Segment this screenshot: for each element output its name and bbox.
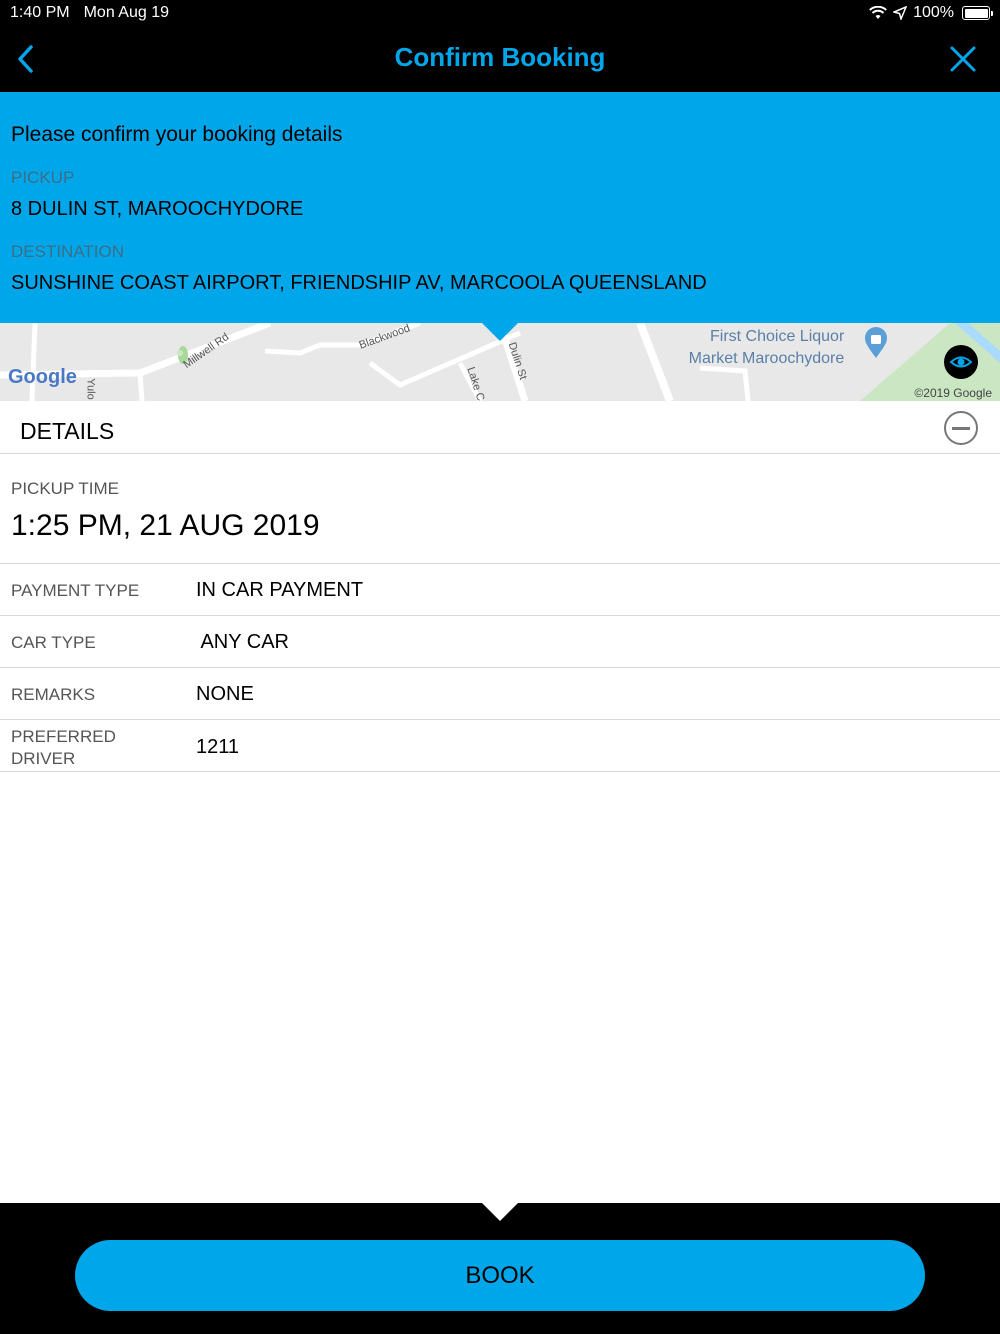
pickup-time-label: PICKUP TIME [11, 479, 120, 498]
bottom-pointer [482, 1203, 518, 1221]
page-title: Confirm Booking [394, 42, 606, 72]
detail-row-payment-type: PAYMENT TYPE IN CAR PAYMENT [0, 564, 1000, 616]
navigation-bar: Confirm Booking [0, 26, 1000, 92]
confirm-heading: Please confirm your booking details [11, 123, 343, 146]
panel-pointer [482, 323, 518, 341]
map-view-toggle[interactable] [944, 345, 978, 379]
details-title: DETAILS [20, 418, 115, 444]
detail-row-car-type: CAR TYPE ANY CAR [0, 616, 1000, 668]
row-value: NONE [196, 683, 254, 705]
destination-label: DESTINATION [11, 242, 125, 261]
row-label: CAR TYPE [11, 633, 96, 652]
eye-icon [949, 356, 973, 368]
pickup-time-block: PICKUP TIME 1:25 PM, 21 AUG 2019 [0, 454, 1000, 564]
details-section-header: DETAILS [0, 401, 1000, 454]
map-poi-line: First Choice Liquor [710, 328, 845, 345]
collapse-details-button[interactable] [944, 411, 978, 445]
row-label: PAYMENT TYPE [11, 581, 140, 600]
wifi-icon [869, 6, 887, 19]
pickup-address: 8 DULIN ST, MAROOCHYDORE [11, 198, 304, 220]
location-arrow-icon [893, 6, 908, 20]
status-date: Mon Aug 19 [83, 4, 169, 21]
row-value: ANY CAR [196, 631, 289, 653]
booking-summary-panel: Please confirm your booking details PICK… [0, 92, 1000, 323]
map-poi-line: Market Maroochydore [688, 350, 845, 367]
row-value: 1211 [196, 736, 240, 758]
map-poi-name: First Choice Liquor Market Maroochydore [686, 326, 845, 370]
bottom-action-bar: BOOK [0, 1203, 1000, 1334]
battery-percent: 100% [913, 4, 954, 21]
map-copyright: ©2019 Google [914, 386, 992, 400]
book-button[interactable]: BOOK [75, 1240, 925, 1311]
row-value: IN CAR PAYMENT [196, 579, 364, 601]
google-logo: Google [8, 366, 77, 388]
status-time: 1:40 PM [10, 4, 70, 21]
detail-row-remarks: REMARKS NONE [0, 668, 1000, 720]
destination-address: SUNSHINE COAST AIRPORT, FRIENDSHIP AV, M… [11, 272, 707, 294]
shop-pin-icon [865, 327, 887, 358]
pickup-time-value: 1:25 PM, 21 AUG 2019 [11, 509, 320, 542]
map-street-label: Yulo [84, 378, 97, 400]
battery-icon [962, 6, 993, 20]
row-label: REMARKS [11, 685, 96, 704]
close-icon[interactable] [948, 44, 978, 74]
pickup-label: PICKUP [11, 168, 75, 187]
status-bar: 1:40 PM Mon Aug 19 100% [0, 0, 1000, 26]
detail-row-preferred-driver: PREFERRED DRIVER 1211 [0, 720, 1000, 772]
row-label: PREFERRED DRIVER [11, 727, 116, 768]
